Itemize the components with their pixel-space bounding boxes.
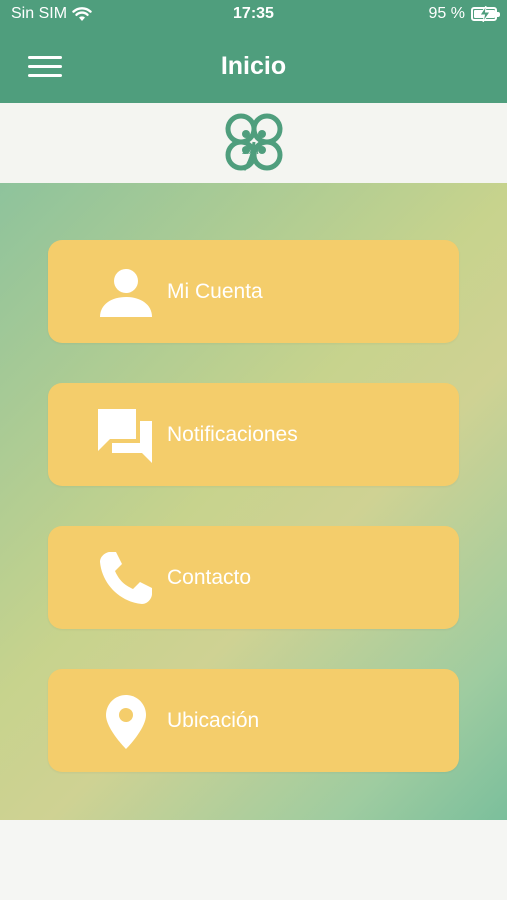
contacto-button[interactable]: Contacto — [48, 526, 459, 629]
ubicacion-label: Ubicación — [167, 709, 260, 732]
person-icon — [100, 269, 152, 317]
mi-cuenta-label: Mi Cuenta — [167, 280, 263, 303]
chat-bubbles-icon — [98, 409, 152, 463]
page-title: Inicio — [220, 52, 287, 80]
mi-cuenta-button[interactable]: Mi Cuenta — [48, 240, 459, 343]
contacto-label: Contacto — [167, 566, 252, 589]
main-menu-area: Mi Cuenta Notificaciones Contacto Ubicac… — [0, 183, 507, 820]
notificaciones-button[interactable]: Notificaciones — [48, 383, 459, 486]
status-bar: Sin SIM 17:35 95 % — [0, 0, 507, 30]
ubicacion-button[interactable]: Ubicación — [48, 669, 459, 772]
status-right: 95 % — [428, 5, 500, 23]
footer-area — [0, 820, 507, 900]
nav-bar: Inicio — [0, 30, 507, 103]
charging-bolt-icon — [479, 6, 491, 22]
location-pin-icon — [106, 695, 146, 749]
notificaciones-label: Notificaciones — [167, 423, 298, 446]
clover-logo: 25M — [225, 113, 283, 171]
logo-banner: 25M — [0, 103, 507, 183]
battery-icon — [471, 6, 500, 22]
battery-percent: 95 % — [428, 5, 465, 22]
phone-icon — [100, 552, 152, 604]
logo-text: 25M — [242, 146, 259, 156]
